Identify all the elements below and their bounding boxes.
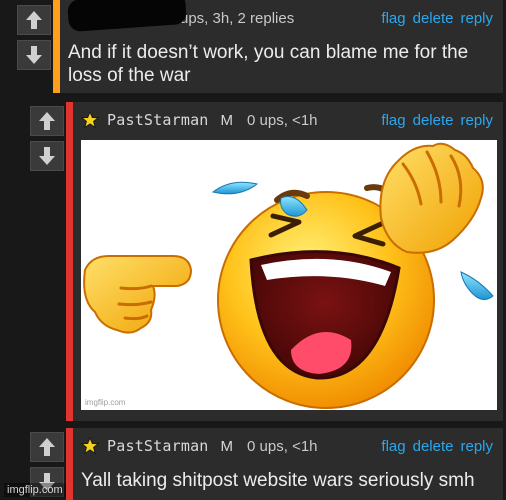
comment-thread: ups, 3h, 2 replies flag delete reply And… bbox=[0, 0, 506, 500]
reply-link[interactable]: reply bbox=[460, 438, 493, 455]
arrow-down-icon bbox=[39, 147, 55, 165]
comment-actions: flag delete reply bbox=[381, 112, 493, 129]
comment-stats: 0 ups, <1h bbox=[247, 437, 318, 455]
upvote-button[interactable] bbox=[30, 106, 64, 136]
username[interactable]: PastStarman bbox=[107, 437, 209, 455]
comment-image[interactable]: imgflip.com bbox=[81, 140, 497, 410]
comment-body: Yall taking shitpost website wars seriou… bbox=[81, 470, 475, 491]
upvote-button[interactable] bbox=[30, 432, 64, 462]
comment-actions: flag delete reply bbox=[381, 438, 493, 455]
star-badge-icon bbox=[81, 437, 99, 455]
arrow-up-icon bbox=[39, 438, 55, 456]
comment-2: PastStarman M 0 ups, <1h flag delete rep… bbox=[66, 102, 503, 421]
star-badge-icon bbox=[81, 111, 99, 129]
flag-link[interactable]: flag bbox=[381, 10, 405, 27]
comment-stats: 0 ups, <1h bbox=[247, 111, 318, 129]
site-watermark: imgflip.com bbox=[4, 483, 66, 497]
username[interactable]: PastStarman bbox=[107, 111, 209, 129]
delete-link[interactable]: delete bbox=[413, 10, 454, 27]
flag-link[interactable]: flag bbox=[381, 438, 405, 455]
reply-link[interactable]: reply bbox=[460, 112, 493, 129]
comment-actions: flag delete reply bbox=[381, 10, 493, 27]
delete-link[interactable]: delete bbox=[413, 438, 454, 455]
comment-stats: ups, 3h, 2 replies bbox=[180, 9, 295, 27]
arrow-up-icon bbox=[39, 112, 55, 130]
downvote-button[interactable] bbox=[30, 141, 64, 171]
gender-label: M bbox=[220, 111, 234, 129]
image-watermark: imgflip.com bbox=[85, 398, 126, 407]
arrow-down-icon bbox=[26, 46, 42, 64]
comment-meta: PastStarman M 0 ups, <1h flag delete rep… bbox=[81, 109, 493, 131]
downvote-button[interactable] bbox=[17, 40, 51, 70]
comment-1: ups, 3h, 2 replies flag delete reply And… bbox=[53, 0, 503, 93]
laughing-emoji-image bbox=[83, 142, 494, 409]
gender-label: M bbox=[220, 437, 234, 455]
delete-link[interactable]: delete bbox=[413, 112, 454, 129]
comment-body: And if it doesn’t work, you can blame me… bbox=[68, 42, 469, 86]
vote-column bbox=[17, 5, 51, 75]
comment-3: PastStarman M 0 ups, <1h flag delete rep… bbox=[66, 428, 503, 500]
arrow-up-icon bbox=[26, 11, 42, 29]
vote-column bbox=[30, 106, 64, 176]
comment-meta: PastStarman M 0 ups, <1h flag delete rep… bbox=[81, 435, 493, 457]
flag-link[interactable]: flag bbox=[381, 112, 405, 129]
reply-link[interactable]: reply bbox=[460, 10, 493, 27]
upvote-button[interactable] bbox=[17, 5, 51, 35]
